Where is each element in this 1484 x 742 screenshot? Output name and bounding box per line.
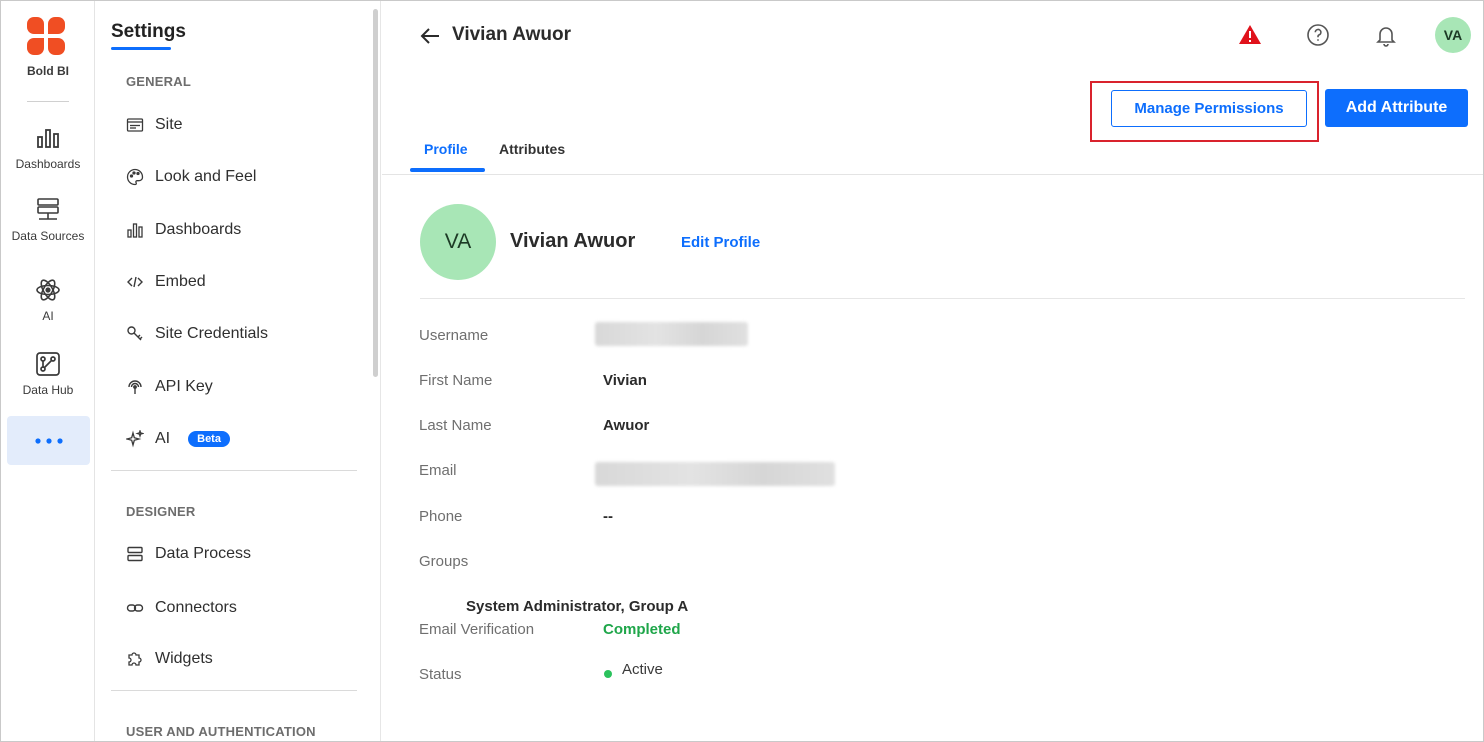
rail-item-data-hub[interactable]: Data Hub	[1, 351, 95, 397]
email-label: Email	[419, 462, 457, 479]
url-icon	[126, 118, 144, 132]
palette-icon	[126, 168, 144, 186]
status-dot-icon	[604, 670, 612, 678]
section-heading-user-authentication: USER AND AUTHENTICATION	[126, 724, 316, 739]
data-hub-icon	[36, 352, 60, 376]
settings-item-site[interactable]: Site	[126, 113, 183, 137]
key-icon	[127, 326, 143, 341]
tab-profile[interactable]: Profile	[424, 141, 468, 157]
settings-title: Settings	[111, 21, 186, 42]
settings-item-label: Look and Feel	[155, 168, 257, 185]
rail-item-label: Data Sources	[11, 229, 85, 243]
rail-item-data-sources[interactable]: Data Sources	[1, 197, 95, 243]
groups-label: Groups	[419, 553, 469, 570]
username-label: Username	[419, 327, 489, 344]
bell-icon[interactable]	[1374, 23, 1398, 47]
bar-chart-icon	[37, 129, 59, 148]
atom-icon	[36, 279, 60, 301]
profile-divider	[420, 298, 1465, 299]
phone-value: --	[603, 508, 613, 525]
settings-item-label: Embed	[155, 273, 206, 290]
settings-item-label: Site Credentials	[155, 325, 268, 342]
page-title: Vivian Awuor	[452, 24, 571, 45]
settings-item-ai[interactable]: AI Beta	[126, 427, 230, 451]
rail-item-label: AI	[42, 309, 54, 323]
settings-item-site-credentials[interactable]: Site Credentials	[126, 322, 268, 346]
section-heading-designer: DESIGNER	[126, 504, 196, 519]
data-process-icon	[127, 546, 143, 562]
section-heading-general: GENERAL	[126, 74, 191, 89]
bar-chart-icon	[127, 223, 143, 238]
rail-item-ai[interactable]: AI	[1, 277, 95, 323]
link-icon	[126, 604, 144, 612]
settings-item-label: Widgets	[155, 650, 213, 667]
settings-item-label: Connectors	[155, 599, 237, 616]
app-window: Bold BI Dashboards Data Sources AI Data …	[0, 0, 1484, 742]
settings-scrollbar[interactable]	[373, 9, 378, 377]
email-value-redacted	[595, 462, 835, 486]
groups-value: System Administrator, Group A	[466, 598, 689, 615]
tabs-divider	[382, 174, 1483, 175]
status-label: Status	[419, 666, 462, 683]
sparkle-icon	[126, 430, 144, 448]
more-horizontal-icon	[35, 438, 63, 444]
edit-profile-link[interactable]: Edit Profile	[681, 234, 760, 251]
puzzle-icon	[128, 652, 142, 666]
settings-item-label: Dashboards	[155, 221, 242, 238]
status-value: Active	[622, 661, 663, 678]
rail-divider	[27, 101, 69, 102]
settings-item-widgets[interactable]: Widgets	[126, 647, 213, 671]
main-content: Vivian Awuor VA Manage Permissions Add A…	[382, 1, 1483, 741]
settings-title-underline	[111, 47, 171, 50]
help-icon[interactable]	[1306, 23, 1330, 47]
username-value-redacted	[595, 322, 748, 346]
code-icon	[127, 276, 143, 288]
back-arrow-icon[interactable]	[419, 25, 441, 47]
rail-more-button[interactable]	[7, 416, 90, 465]
add-attribute-button[interactable]: Add Attribute	[1325, 89, 1468, 127]
settings-item-label: Site	[155, 116, 183, 133]
settings-item-label: AI	[155, 430, 171, 447]
email-verification-value: Completed	[603, 621, 681, 638]
tab-attributes[interactable]: Attributes	[499, 141, 565, 157]
database-icon	[37, 198, 59, 220]
settings-item-dashboards[interactable]: Dashboards	[126, 218, 241, 242]
left-rail: Bold BI Dashboards Data Sources AI Data …	[1, 1, 95, 741]
profile-avatar: VA	[420, 204, 496, 280]
logo-label: Bold BI	[27, 64, 69, 78]
section-divider	[111, 690, 357, 691]
warning-icon[interactable]	[1238, 23, 1262, 47]
beta-badge: Beta	[188, 431, 230, 447]
bold-bi-logo[interactable]	[27, 17, 67, 57]
last-name-label: Last Name	[419, 417, 492, 434]
email-verification-label: Email Verification	[419, 621, 535, 638]
api-key-icon	[128, 380, 142, 394]
last-name-value: Awuor	[603, 417, 650, 434]
settings-item-label: API Key	[155, 378, 213, 395]
user-avatar[interactable]: VA	[1435, 17, 1471, 53]
phone-label: Phone	[419, 508, 463, 525]
settings-item-look-and-feel[interactable]: Look and Feel	[126, 165, 256, 189]
manage-permissions-button[interactable]: Manage Permissions	[1111, 90, 1307, 127]
settings-item-data-process[interactable]: Data Process	[126, 542, 251, 566]
first-name-label: First Name	[419, 372, 493, 389]
settings-item-api-key[interactable]: API Key	[126, 375, 213, 399]
rail-item-dashboards[interactable]: Dashboards	[1, 125, 95, 171]
settings-item-embed[interactable]: Embed	[126, 270, 206, 294]
active-tab-indicator	[410, 168, 485, 172]
section-divider	[111, 470, 357, 471]
profile-name: Vivian Awuor	[510, 230, 636, 252]
settings-panel: Settings GENERAL Site Look and Feel Dash…	[96, 1, 381, 741]
first-name-value: Vivian	[603, 372, 647, 389]
settings-item-connectors[interactable]: Connectors	[126, 596, 237, 620]
settings-item-label: Data Process	[155, 545, 252, 562]
rail-item-label: Dashboards	[15, 157, 81, 171]
rail-item-label: Data Hub	[22, 383, 74, 397]
